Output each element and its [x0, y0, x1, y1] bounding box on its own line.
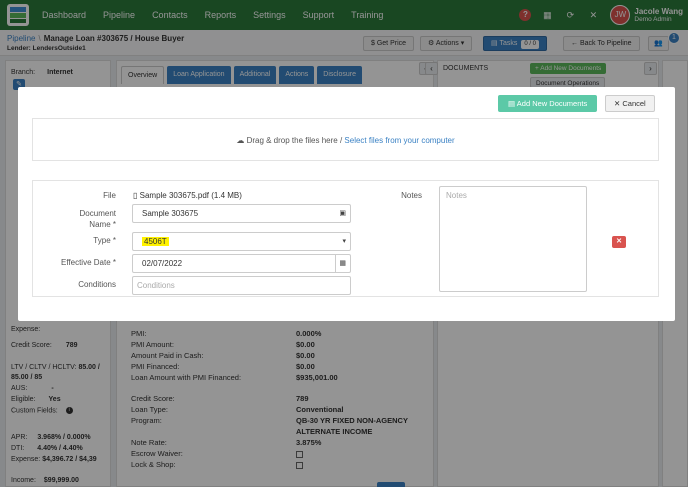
select-files-link[interactable]: Select files from your computer: [344, 136, 454, 145]
caret-down-icon: ▾: [342, 238, 346, 245]
add-document-modal: ▤ Add New Documents ✕ Cancel ☁ Drag & dr…: [18, 87, 675, 321]
required-mark: *: [112, 258, 116, 267]
type-text: Type: [93, 236, 111, 245]
notes-textarea[interactable]: Notes: [439, 186, 587, 292]
delete-icon[interactable]: ✕: [612, 236, 626, 248]
file-value: ▯ Sample 303675.pdf (1.4 MB): [133, 191, 242, 200]
drop-text: Drag & drop the files here /: [246, 136, 343, 145]
cloud-upload-icon: ☁: [236, 136, 247, 145]
effective-date-field[interactable]: 02/07/2022 ▦: [132, 254, 351, 273]
add-new-documents-button[interactable]: ▤ Add New Documents: [498, 95, 598, 112]
file-label: File: [103, 191, 116, 200]
notes-label: Notes: [401, 191, 422, 200]
file-icon: ▯: [133, 191, 140, 200]
conditions-field[interactable]: Conditions: [132, 276, 351, 295]
required-mark: *: [112, 220, 116, 229]
id-card-icon[interactable]: ▣: [339, 205, 346, 222]
file-dropzone[interactable]: ☁ Drag & drop the files here / Select fi…: [32, 118, 659, 161]
type-select[interactable]: 4506T ▾: [132, 232, 351, 251]
cancel-button[interactable]: ✕ Cancel: [605, 95, 655, 112]
document-icon: ▤: [508, 99, 517, 108]
add-docs-label: Add New Documents: [516, 99, 588, 108]
effective-date-value: 02/07/2022: [142, 259, 183, 268]
document-name-field[interactable]: Sample 303675 ▣: [132, 204, 351, 223]
document-name-label: Document Name *: [58, 208, 116, 230]
type-value: 4506T: [142, 237, 169, 246]
effective-date-text: Effective Date: [60, 258, 111, 267]
document-name-text: Document Name: [79, 209, 116, 229]
file-name: Sample 303675.pdf (1.4 MB): [139, 191, 242, 200]
conditions-label: Conditions: [78, 280, 116, 289]
document-name-value: Sample 303675: [142, 209, 199, 218]
type-label: Type *: [58, 236, 116, 245]
cancel-label: Cancel: [622, 99, 646, 108]
calendar-icon[interactable]: ▦: [335, 255, 346, 272]
required-mark: *: [112, 236, 116, 245]
effective-date-label: Effective Date *: [54, 258, 116, 267]
